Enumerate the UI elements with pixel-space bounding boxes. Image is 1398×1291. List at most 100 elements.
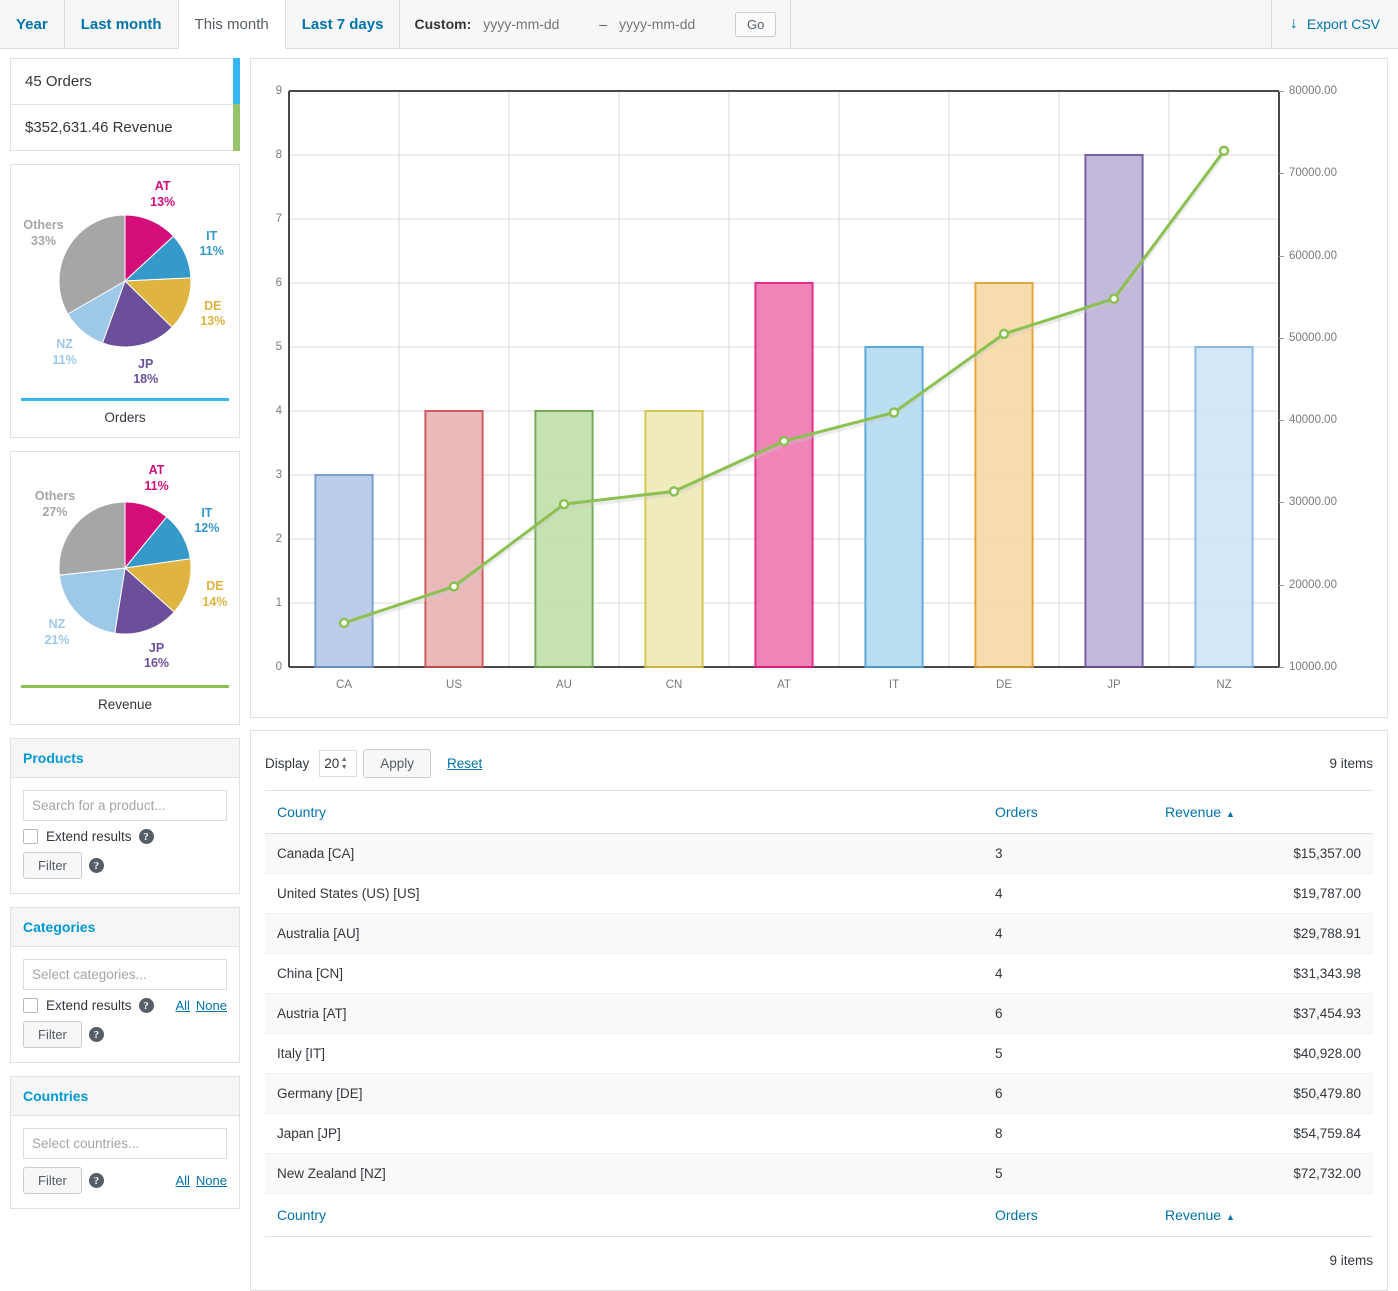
combo-chart-card: 0 1 2 3 4 5 6 7 8 9 10000.00 20000.00 30000.00 40000.… [250,58,1388,718]
bar-at [754,282,814,668]
categories-filter-row: Filter ? [23,1021,227,1048]
foot-col-revenue-label: Revenue [1165,1207,1222,1223]
help-icon[interactable]: ? [138,829,154,844]
revenue-point-us [448,581,460,592]
y-axis-tick-8: 8 [275,149,282,161]
pie-label-percent: 27% [42,504,68,519]
y-axis-tick-6: 6 [275,277,282,289]
help-icon[interactable]: ? [88,1027,104,1042]
cell-country: United States (US) [US] [265,873,983,914]
custom-range-group: Custom: – Go [400,0,792,48]
col-revenue-label: Revenue [1165,804,1222,820]
y2-axis-tickmark [1279,91,1284,92]
stat-revenue-accent [233,104,240,151]
col-revenue[interactable]: Revenue ▲ [1153,790,1373,834]
cell-orders: 4 [983,913,1153,954]
bar-cn [644,410,704,668]
y2-axis-tick-80000-00: 80000.00 [1289,85,1337,97]
y-axis-tick-1: 1 [275,597,282,609]
apply-button[interactable]: Apply [363,749,432,778]
bar-de [974,282,1034,668]
cell-revenue: $72,732.00 [1153,1153,1373,1194]
tab-last-month[interactable]: Last month [64,0,179,48]
bar-it [864,346,924,668]
bar-us [424,410,484,668]
pie-label-jp: JP 16% [144,641,169,672]
foot-col-country[interactable]: Country [265,1193,983,1237]
date-from-input[interactable] [481,15,590,33]
pie-label-de: DE 14% [202,579,227,610]
pie-label-at: AT 13% [150,179,175,210]
cell-revenue: $54,759.84 [1153,1113,1373,1154]
countries-filter-button[interactable]: Filter [23,1167,82,1194]
product-filter-row: Filter ? [23,852,227,879]
pie-label-name: NZ [48,616,66,631]
filter-categories-body: Extend results ? All None Filter ? [11,947,239,1062]
y2-axis-tickmark [1279,173,1284,175]
pie-label-name: IT [201,505,213,520]
foot-col-orders[interactable]: Orders [983,1193,1153,1237]
reset-link[interactable]: Reset [447,756,482,771]
countries-select-all-link[interactable]: All [175,1173,189,1188]
revenue-point-jp [1108,293,1120,304]
countries-select-none-link[interactable]: None [196,1173,227,1188]
categories-extend-label[interactable]: Extend results [46,998,132,1013]
categories-select-none-link[interactable]: None [196,998,227,1013]
col-orders[interactable]: Orders [983,790,1153,834]
tab-last-7-days[interactable]: Last 7 days [285,0,401,48]
cell-orders: 5 [983,1153,1153,1194]
table-foot: Country Orders Revenue ▲ [265,1193,1373,1237]
x-axis-tick-au: AU [556,679,572,691]
pie-label-percent: 16% [144,656,170,671]
revenue-point-ca [338,617,350,629]
table-header-row: Country Orders Revenue ▲ [265,790,1373,834]
y-axis-tick-5: 5 [275,341,282,353]
pie-label-de: DE 13% [200,299,225,330]
categories-select-all-link[interactable]: All [175,998,189,1013]
cell-orders: 5 [983,1033,1153,1074]
pie-label-name: IT [206,228,218,243]
cell-orders: 4 [983,953,1153,994]
x-axis-tick-it: IT [888,679,900,691]
help-icon[interactable]: ? [88,858,104,873]
combo-chart-svg [288,90,1280,668]
product-search-input[interactable] [23,790,227,821]
date-to-input[interactable] [617,15,726,33]
tab-this-month[interactable]: This month [178,0,286,49]
country-table: Country Orders Revenue ▲ Canada [CA] 3 $15,… [265,790,1373,1237]
product-extend-label[interactable]: Extend results [46,829,132,844]
help-icon[interactable]: ? [138,998,154,1013]
cell-revenue: $37,454.93 [1153,993,1373,1034]
pie-label-name: DE [204,298,222,313]
pie-label-percent: 14% [202,594,228,609]
pie-label-name: AT [154,178,171,193]
table-row: United States (US) [US] 4 $19,787.00 [265,873,1373,914]
revenue-point-nz [1218,145,1230,157]
tab-year[interactable]: Year [0,0,65,48]
y-axis-tick-9: 9 [275,85,282,97]
export-csv-button[interactable]: ↓ Export CSV [1270,0,1398,48]
product-extend-checkbox[interactable] [23,829,38,844]
col-country[interactable]: Country [265,790,983,834]
product-filter-button[interactable]: Filter [23,852,82,879]
help-icon[interactable]: ? [88,1173,104,1188]
orders-pie-caption: Orders [104,410,146,425]
categories-filter-button[interactable]: Filter [23,1021,82,1048]
x-axis-tick-at: AT [777,679,791,691]
categories-select-input[interactable] [23,959,227,990]
cell-orders: 3 [983,833,1153,874]
filter-products-title: Products [11,739,239,778]
pie-label-percent: 13% [150,194,176,209]
categories-extend-checkbox[interactable] [23,998,38,1013]
y2-axis-tick-70000-00: 70000.00 [1289,167,1337,180]
y2-axis-tick-20000-00: 20000.00 [1289,578,1337,591]
download-arrow-icon: ↓ [1289,15,1298,32]
countries-select-input[interactable] [23,1128,227,1159]
cell-country: Canada [CA] [265,833,983,874]
go-button[interactable]: Go [735,11,777,37]
pie-label-others: Others 27% [35,489,75,520]
pie-label-others: Others 33% [23,218,63,249]
foot-col-revenue[interactable]: Revenue ▲ [1153,1193,1373,1237]
display-count-stepper[interactable]: ▲ ▼ [337,753,351,775]
pie-label-it: IT 11% [200,229,224,260]
